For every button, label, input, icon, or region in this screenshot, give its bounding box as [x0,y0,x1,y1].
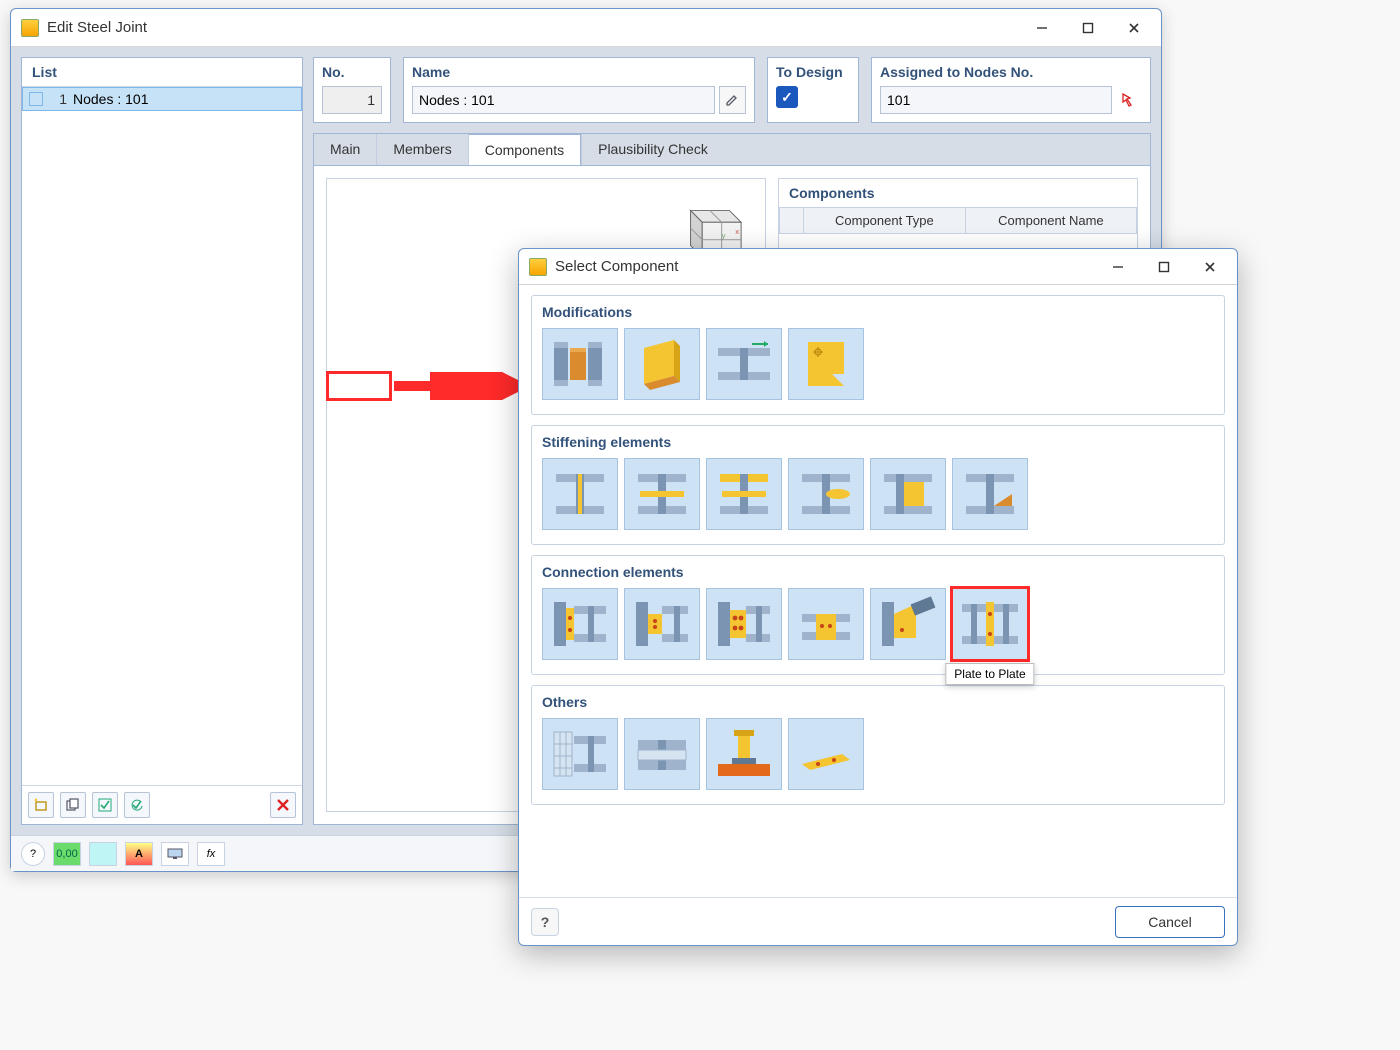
conn-thumb-5[interactable] [870,588,946,660]
conn-thumb-3[interactable] [706,588,782,660]
assigned-field: Assigned to Nodes No. [871,57,1151,123]
dialog-body: Modifications [519,285,1237,897]
other-thumb-4[interactable] [788,718,864,790]
assigned-input[interactable] [880,86,1112,114]
category-others: Others [531,685,1225,805]
color-icon[interactable] [89,842,117,866]
svg-text:y: y [722,231,726,240]
maximize-button[interactable] [1065,13,1111,43]
select-component-dialog: Select Component Modifications [518,248,1238,946]
dialog-minimize-button[interactable] [1095,252,1141,282]
todesign-checkbox[interactable] [776,86,798,108]
stiff-thumb-1[interactable] [542,458,618,530]
main-titlebar: Edit Steel Joint [11,9,1161,47]
mod-thumb-1[interactable] [542,328,618,400]
list-toolbar [22,785,302,824]
dialog-title: Select Component [555,258,1095,275]
pick-node-icon[interactable] [1116,86,1142,114]
no-input[interactable] [322,86,382,114]
font-icon[interactable]: A [125,842,153,866]
list-item[interactable]: 1 Nodes : 101 [22,87,302,111]
svg-text:x: x [735,227,739,236]
conn-thumb-plate-to-plate[interactable]: Plate to Plate [952,588,1028,660]
name-label: Name [412,64,746,80]
help-icon[interactable]: ? [21,842,45,866]
dialog-maximize-button[interactable] [1141,252,1187,282]
stiff-thumb-2[interactable] [624,458,700,530]
stiff-thumb-3[interactable] [706,458,782,530]
dialog-close-button[interactable] [1187,252,1233,282]
close-button[interactable] [1111,13,1157,43]
category-title-stiffening: Stiffening elements [542,434,1214,450]
tab-strip: Main Members Components Plausibility Che… [313,133,1151,165]
list-panel: List 1 Nodes : 101 [21,57,303,825]
rename-icon[interactable] [719,86,746,114]
col-component-name: Component Name [965,208,1136,234]
stiff-thumb-5[interactable] [870,458,946,530]
name-input[interactable] [412,86,715,114]
units-icon[interactable]: 0,00 [53,842,81,866]
tab-main[interactable]: Main [314,134,376,165]
main-window-title: Edit Steel Joint [47,19,1019,36]
col-component-type: Component Type [804,208,966,234]
components-table: Component Type Component Name [779,207,1137,234]
category-connection: Connection elements Plate to Plate [531,555,1225,675]
name-field: Name [403,57,755,123]
dialog-help-icon[interactable]: ? [531,908,559,936]
other-thumb-3[interactable] [706,718,782,790]
stiff-thumb-4[interactable] [788,458,864,530]
dialog-app-icon [529,258,547,276]
stiff-thumb-6[interactable] [952,458,1028,530]
fx-icon[interactable]: fx [197,842,225,866]
minimize-button[interactable] [1019,13,1065,43]
tooltip-plate-to-plate: Plate to Plate [945,663,1034,685]
display-icon[interactable] [161,842,189,866]
mod-thumb-2[interactable] [624,328,700,400]
category-title-modifications: Modifications [542,304,1214,320]
todesign-label: To Design [776,64,850,80]
no-field: No. [313,57,391,123]
components-header: Components [779,179,1137,207]
copy-item-button[interactable] [60,792,86,818]
list-item-index: 1 [49,91,67,107]
app-icon [21,19,39,37]
other-thumb-1[interactable] [542,718,618,790]
todesign-field: To Design [767,57,859,123]
conn-thumb-1[interactable] [542,588,618,660]
units-value: 0,00 [56,848,77,860]
list-header: List [22,58,302,87]
tab-members[interactable]: Members [376,134,467,165]
conn-thumb-4[interactable] [788,588,864,660]
other-thumb-2[interactable] [624,718,700,790]
category-title-others: Others [542,694,1214,710]
list-color-swatch [29,92,43,106]
category-stiffening: Stiffening elements [531,425,1225,545]
assigned-label: Assigned to Nodes No. [880,64,1142,80]
conn-thumb-2[interactable] [624,588,700,660]
tab-components[interactable]: Components [468,134,581,166]
delete-item-button[interactable] [270,792,296,818]
dialog-footer: ? Cancel [519,897,1237,945]
category-title-connection: Connection elements [542,564,1214,580]
mod-thumb-4[interactable] [788,328,864,400]
no-label: No. [322,64,382,80]
category-modifications: Modifications [531,295,1225,415]
list-item-label: Nodes : 101 [73,91,149,107]
mod-thumb-3[interactable] [706,328,782,400]
dialog-titlebar: Select Component [519,249,1237,285]
tab-plausibility[interactable]: Plausibility Check [581,134,724,165]
cancel-button[interactable]: Cancel [1115,906,1225,938]
new-item-button[interactable] [28,792,54,818]
check-refresh-button[interactable] [124,792,150,818]
list-box[interactable]: 1 Nodes : 101 [22,87,302,785]
check-all-button[interactable] [92,792,118,818]
